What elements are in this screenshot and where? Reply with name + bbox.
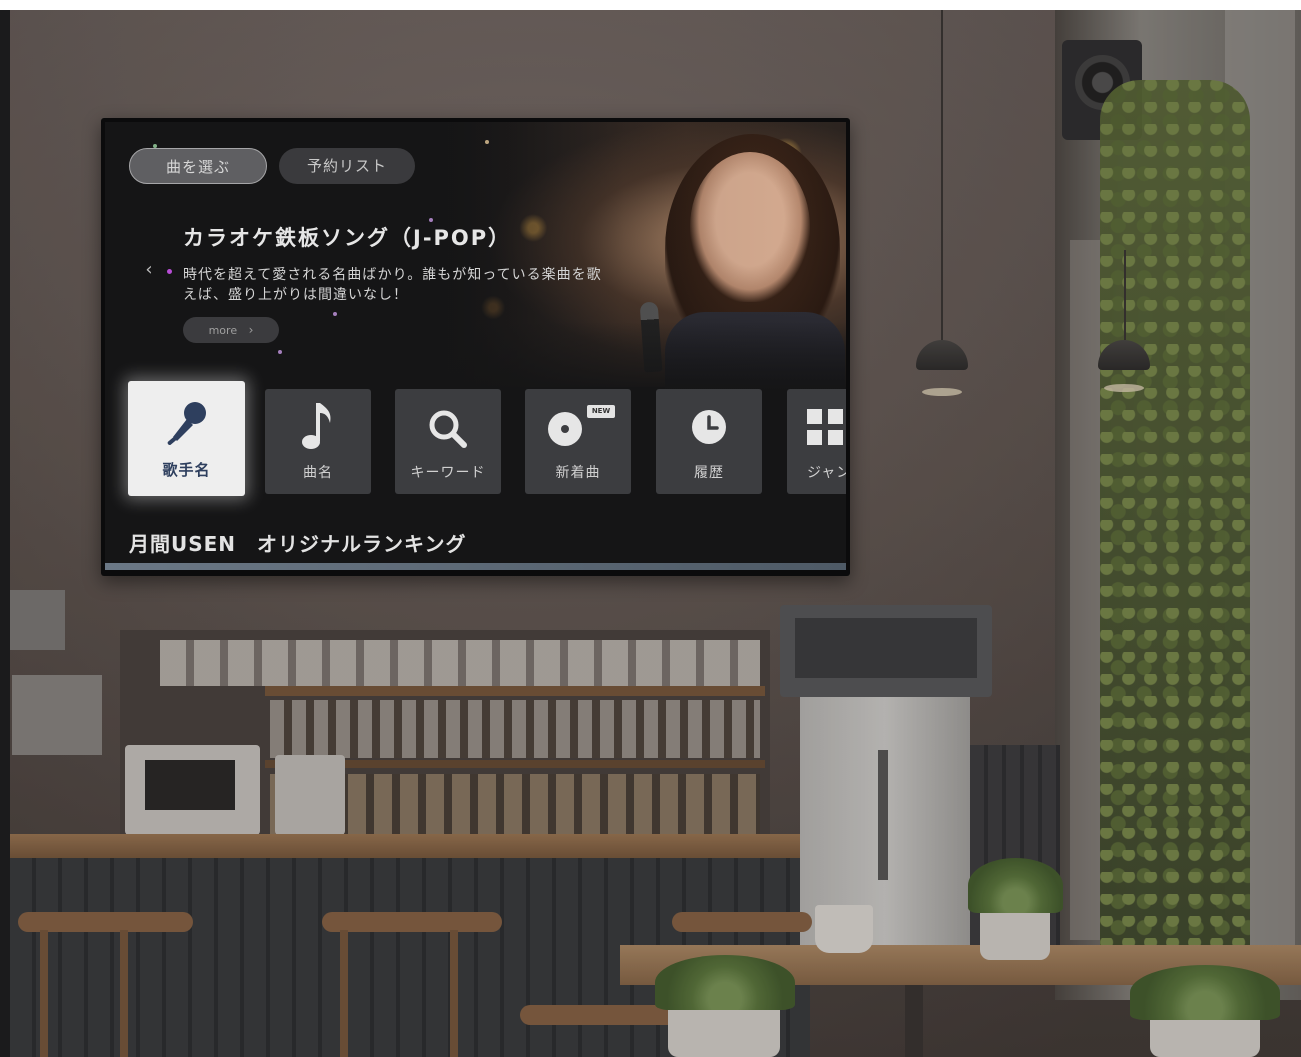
category-label: 新着曲: [555, 465, 601, 481]
tv-frame: 曲を選ぶ 予約リスト ‹ カラオケ鉄板ソング（J-POP） 時代を超えて愛される…: [101, 118, 850, 576]
category-label: キーワード: [410, 465, 486, 481]
more-label: more: [208, 324, 238, 337]
microphone-icon: [167, 402, 206, 445]
sparkle: [485, 140, 489, 144]
category-label: 歌手名: [162, 461, 211, 479]
left-strip: [0, 10, 10, 1057]
grid-icon: [807, 409, 843, 445]
sparkle: [278, 350, 282, 354]
category-label: 曲名: [303, 465, 333, 481]
chevron-right-icon: ›: [248, 323, 254, 337]
ranking-section-title: 月間USEN オリジナルランキング: [129, 532, 467, 556]
tab-select-song[interactable]: 曲を選ぶ: [129, 148, 267, 184]
new-badge: NEW: [587, 405, 615, 418]
category-tile-history[interactable]: 履歴: [656, 389, 762, 494]
category-tile-artist[interactable]: 歌手名: [128, 381, 245, 496]
search-icon: [429, 410, 467, 448]
feature-description: 時代を超えて愛される名曲ばかり。誰もが知っている楽曲を歌えば、盛り上がりは間違い…: [183, 267, 602, 303]
music-note-icon: [302, 403, 331, 449]
karaoke-screen: 曲を選ぶ 予約リスト ‹ カラオケ鉄板ソング（J-POP） 時代を超えて愛される…: [105, 122, 846, 570]
category-tile-genre[interactable]: ジャン: [787, 389, 846, 494]
category-tile-new-songs[interactable]: NEW 新着曲: [525, 389, 631, 494]
feature-title: カラオケ鉄板ソング（J-POP）: [183, 226, 512, 250]
carousel-indicator-dot: [167, 269, 172, 274]
category-label: 履歴: [694, 465, 724, 481]
clock-icon: [692, 410, 726, 444]
scene-photo: 曲を選ぶ 予約リスト ‹ カラオケ鉄板ソング（J-POP） 時代を超えて愛される…: [0, 0, 1301, 1057]
disc-icon: [548, 412, 582, 446]
sparkle: [333, 312, 337, 316]
carousel-prev-arrow[interactable]: ‹: [141, 258, 157, 282]
category-tile-keyword[interactable]: キーワード: [395, 389, 501, 494]
tv-bottom-bar: [105, 563, 846, 570]
top-strip: [0, 0, 1301, 10]
category-label: ジャン: [807, 465, 846, 481]
more-button[interactable]: more ›: [183, 317, 279, 343]
tab-reservation-list[interactable]: 予約リスト: [279, 148, 415, 184]
category-tile-song-title[interactable]: 曲名: [265, 389, 371, 494]
